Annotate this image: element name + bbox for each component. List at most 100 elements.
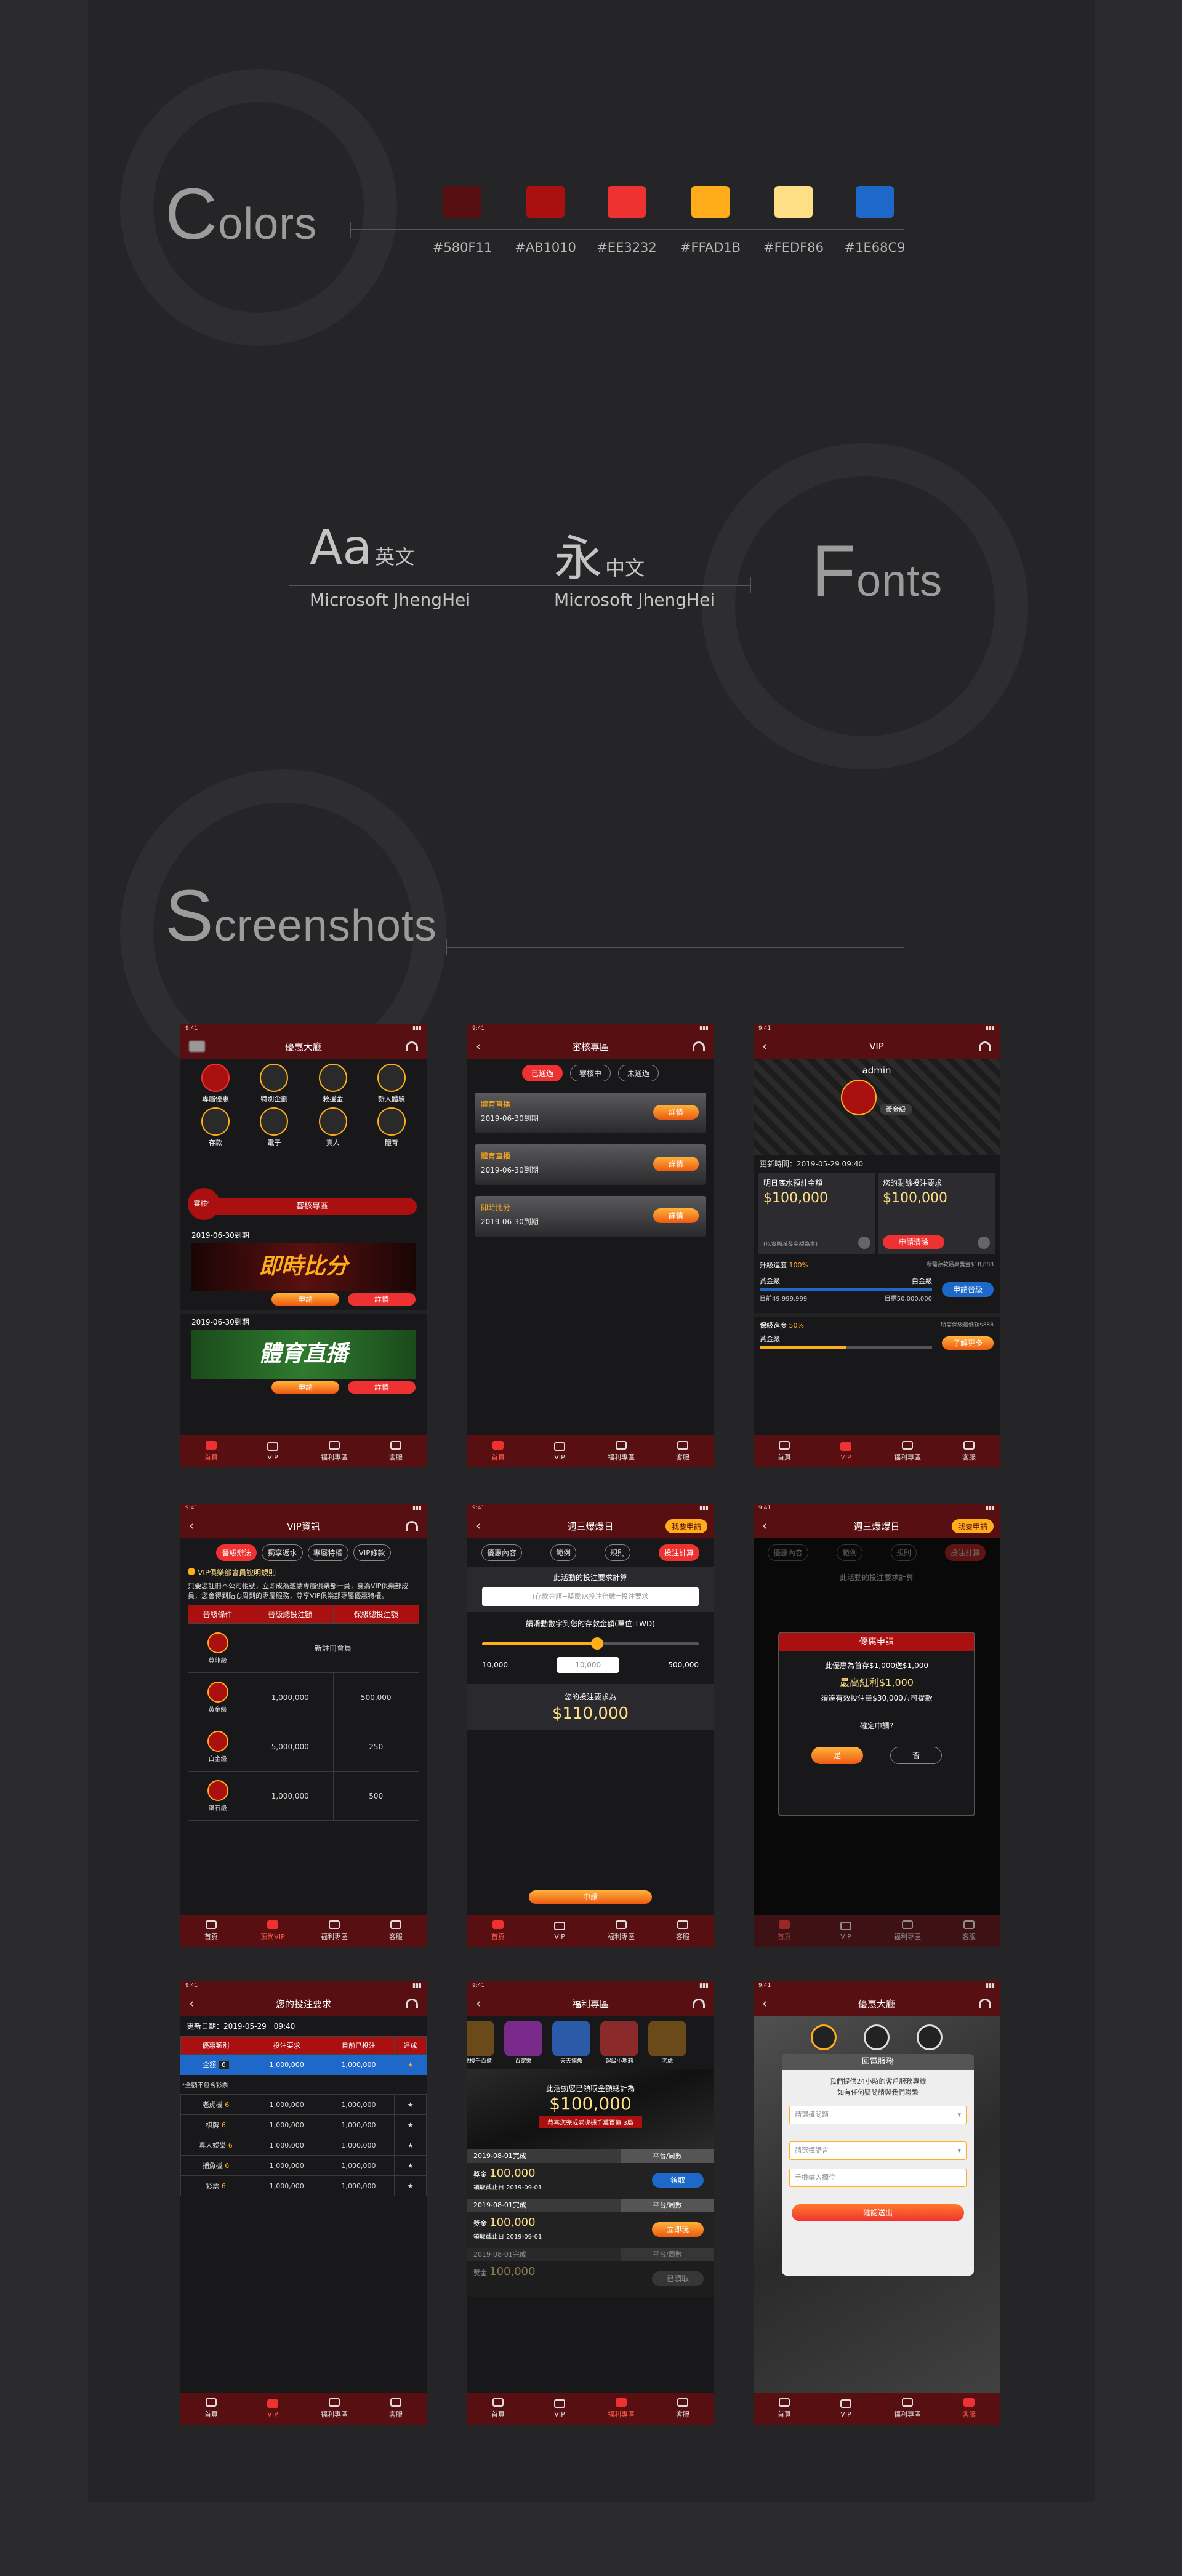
tab-service[interactable]: 客服 (365, 1915, 427, 1947)
icon-item[interactable]: 電子 (247, 1107, 300, 1147)
tab-rules[interactable]: 規則 (604, 1544, 630, 1561)
question-select[interactable]: 請選擇問題 ▾ (789, 2106, 967, 2124)
back-icon[interactable]: ‹ (189, 1519, 195, 1534)
tab-home[interactable]: 首頁 (467, 1435, 529, 1467)
game-item[interactable]: 百家樂 (504, 2021, 542, 2064)
tab-welfare[interactable]: 福利專區 (590, 1435, 652, 1467)
promo-banner[interactable]: 即時比分 (191, 1243, 416, 1291)
no-button[interactable]: 否 (890, 1747, 942, 1764)
back-icon[interactable]: ‹ (762, 1039, 768, 1054)
tab-home[interactable]: 首頁 (467, 2393, 529, 2425)
promo-banner[interactable]: 體育直播 (191, 1330, 416, 1379)
tab-content[interactable]: 優惠內容 (481, 1544, 522, 1561)
avatar[interactable] (189, 1041, 205, 1052)
yes-button[interactable]: 是 (811, 1747, 863, 1764)
tab-vip[interactable]: VIP (242, 1435, 304, 1467)
phone-icon[interactable] (811, 2024, 837, 2050)
tab-welfare[interactable]: 福利專區 (590, 1915, 652, 1947)
back-icon[interactable]: ‹ (476, 1039, 481, 1054)
tab-approved[interactable]: 已通過 (521, 1065, 563, 1081)
game-item[interactable]: 老虎 (648, 2021, 686, 2064)
chevron-right-icon[interactable] (978, 1237, 990, 1249)
tab-home[interactable]: 首頁 (754, 1915, 815, 1947)
back-icon[interactable]: ‹ (476, 1519, 481, 1534)
icon-item[interactable]: 真人 (307, 1107, 360, 1147)
tab-vip[interactable]: VIP (815, 2393, 877, 2425)
apply-button[interactable]: 申請 (271, 1381, 339, 1394)
tab-service[interactable]: 客服 (938, 2393, 1000, 2425)
tab-welfare[interactable]: 福利專區 (304, 2393, 365, 2425)
tab-home[interactable]: 首頁 (754, 1435, 815, 1467)
headset-icon[interactable] (693, 1999, 705, 2008)
tab-example[interactable]: 範例 (550, 1544, 576, 1561)
tab-vip[interactable]: VIP (815, 1435, 877, 1467)
tab-service[interactable]: 客服 (365, 1435, 427, 1467)
detail-button[interactable]: 詳情 (653, 1157, 699, 1171)
detail-button[interactable]: 詳情 (348, 1381, 416, 1394)
tab-welfare[interactable]: 福利專區 (877, 2393, 938, 2425)
tab-vip[interactable]: VIP (529, 1915, 590, 1947)
apply-upgrade-button[interactable]: 申請晉級 (942, 1282, 994, 1297)
tab-vip[interactable]: VIP (529, 1435, 590, 1467)
tab-service[interactable]: 客服 (652, 1915, 714, 1947)
chevron-right-icon[interactable] (858, 1237, 870, 1249)
tab-service[interactable]: 客服 (938, 1435, 1000, 1467)
icon-item[interactable]: 體育 (365, 1107, 418, 1147)
game-item[interactable]: 老虎機千百億 (467, 2021, 494, 2064)
tab-calc[interactable]: 投注計算 (658, 1544, 699, 1561)
apply-button[interactable]: 申請 (529, 1890, 652, 1904)
tab-terms[interactable]: VIP條款 (353, 1544, 391, 1561)
icon-item[interactable]: 存款 (189, 1107, 242, 1147)
tab-home[interactable]: 首頁 (180, 2393, 242, 2425)
detail-button[interactable]: 詳情 (348, 1293, 416, 1306)
detail-button[interactable]: 詳情 (653, 1208, 699, 1223)
icon-item[interactable]: 專屬優惠 (189, 1064, 242, 1104)
game-item[interactable]: 超級小瑪莉 (600, 2021, 638, 2064)
chat-icon[interactable] (917, 2024, 943, 2050)
tab-upgrade-rules[interactable]: 晉級辦法 (216, 1544, 257, 1561)
apply-button[interactable]: 申請 (271, 1293, 339, 1306)
tab-service[interactable]: 客服 (365, 2393, 427, 2425)
deposit-input[interactable]: 10,000 (557, 1657, 619, 1673)
review-button[interactable]: 審核專區 (207, 1198, 417, 1215)
headset-icon[interactable] (406, 1041, 418, 1051)
tab-service[interactable]: 客服 (652, 1435, 714, 1467)
tab-home[interactable]: 首頁 (180, 1915, 242, 1947)
tab-reviewing[interactable]: 審核中 (569, 1065, 611, 1081)
play-now-button[interactable]: 立即玩 (652, 2222, 704, 2237)
tab-vip[interactable]: VIP (815, 1915, 877, 1947)
tab-home[interactable]: 首頁 (467, 1915, 529, 1947)
submit-button[interactable]: 確認送出 (792, 2204, 964, 2221)
detail-button[interactable]: 詳情 (653, 1105, 699, 1120)
headset-icon[interactable] (693, 1041, 705, 1051)
clear-request-button[interactable]: 申請清除 (883, 1235, 944, 1249)
claim-button[interactable]: 領取 (652, 2173, 704, 2188)
headset-icon[interactable] (406, 1999, 418, 2008)
headset-icon[interactable] (979, 1999, 991, 2008)
headset-icon[interactable] (406, 1521, 418, 1531)
line-icon[interactable] (864, 2024, 890, 2050)
back-icon[interactable]: ‹ (762, 1519, 768, 1534)
tab-welfare[interactable]: 福利專區 (877, 1435, 938, 1467)
back-icon[interactable]: ‹ (762, 1996, 768, 2012)
tab-home[interactable]: 首頁 (180, 1435, 242, 1467)
tab-welfare[interactable]: 福利專區 (304, 1915, 365, 1947)
back-icon[interactable]: ‹ (476, 1996, 481, 2012)
headset-icon[interactable] (979, 1041, 991, 1051)
tab-vip[interactable]: VIP (242, 2393, 304, 2425)
learn-more-button[interactable]: 了解更多 (942, 1336, 994, 1350)
icon-item[interactable]: 特別企劃 (247, 1064, 300, 1104)
apply-now-button[interactable]: 我要申請 (665, 1519, 707, 1533)
tab-service[interactable]: 客服 (652, 2393, 714, 2425)
apply-now-button[interactable]: 我要申請 (951, 1519, 994, 1533)
back-icon[interactable]: ‹ (189, 1996, 195, 2012)
game-item[interactable]: 天天捕魚 (552, 2021, 590, 2064)
tab-rebate[interactable]: 獨享返水 (262, 1544, 303, 1561)
tab-home[interactable]: 首頁 (754, 2393, 815, 2425)
tab-welfare[interactable]: 福利專區 (590, 2393, 652, 2425)
icon-item[interactable]: 新人體驗 (365, 1064, 418, 1104)
deposit-slider[interactable] (482, 1637, 699, 1650)
slider-handle[interactable] (590, 1637, 603, 1650)
tab-rejected[interactable]: 未通過 (618, 1065, 659, 1081)
tab-welfare[interactable]: 福利專區 (304, 1435, 365, 1467)
